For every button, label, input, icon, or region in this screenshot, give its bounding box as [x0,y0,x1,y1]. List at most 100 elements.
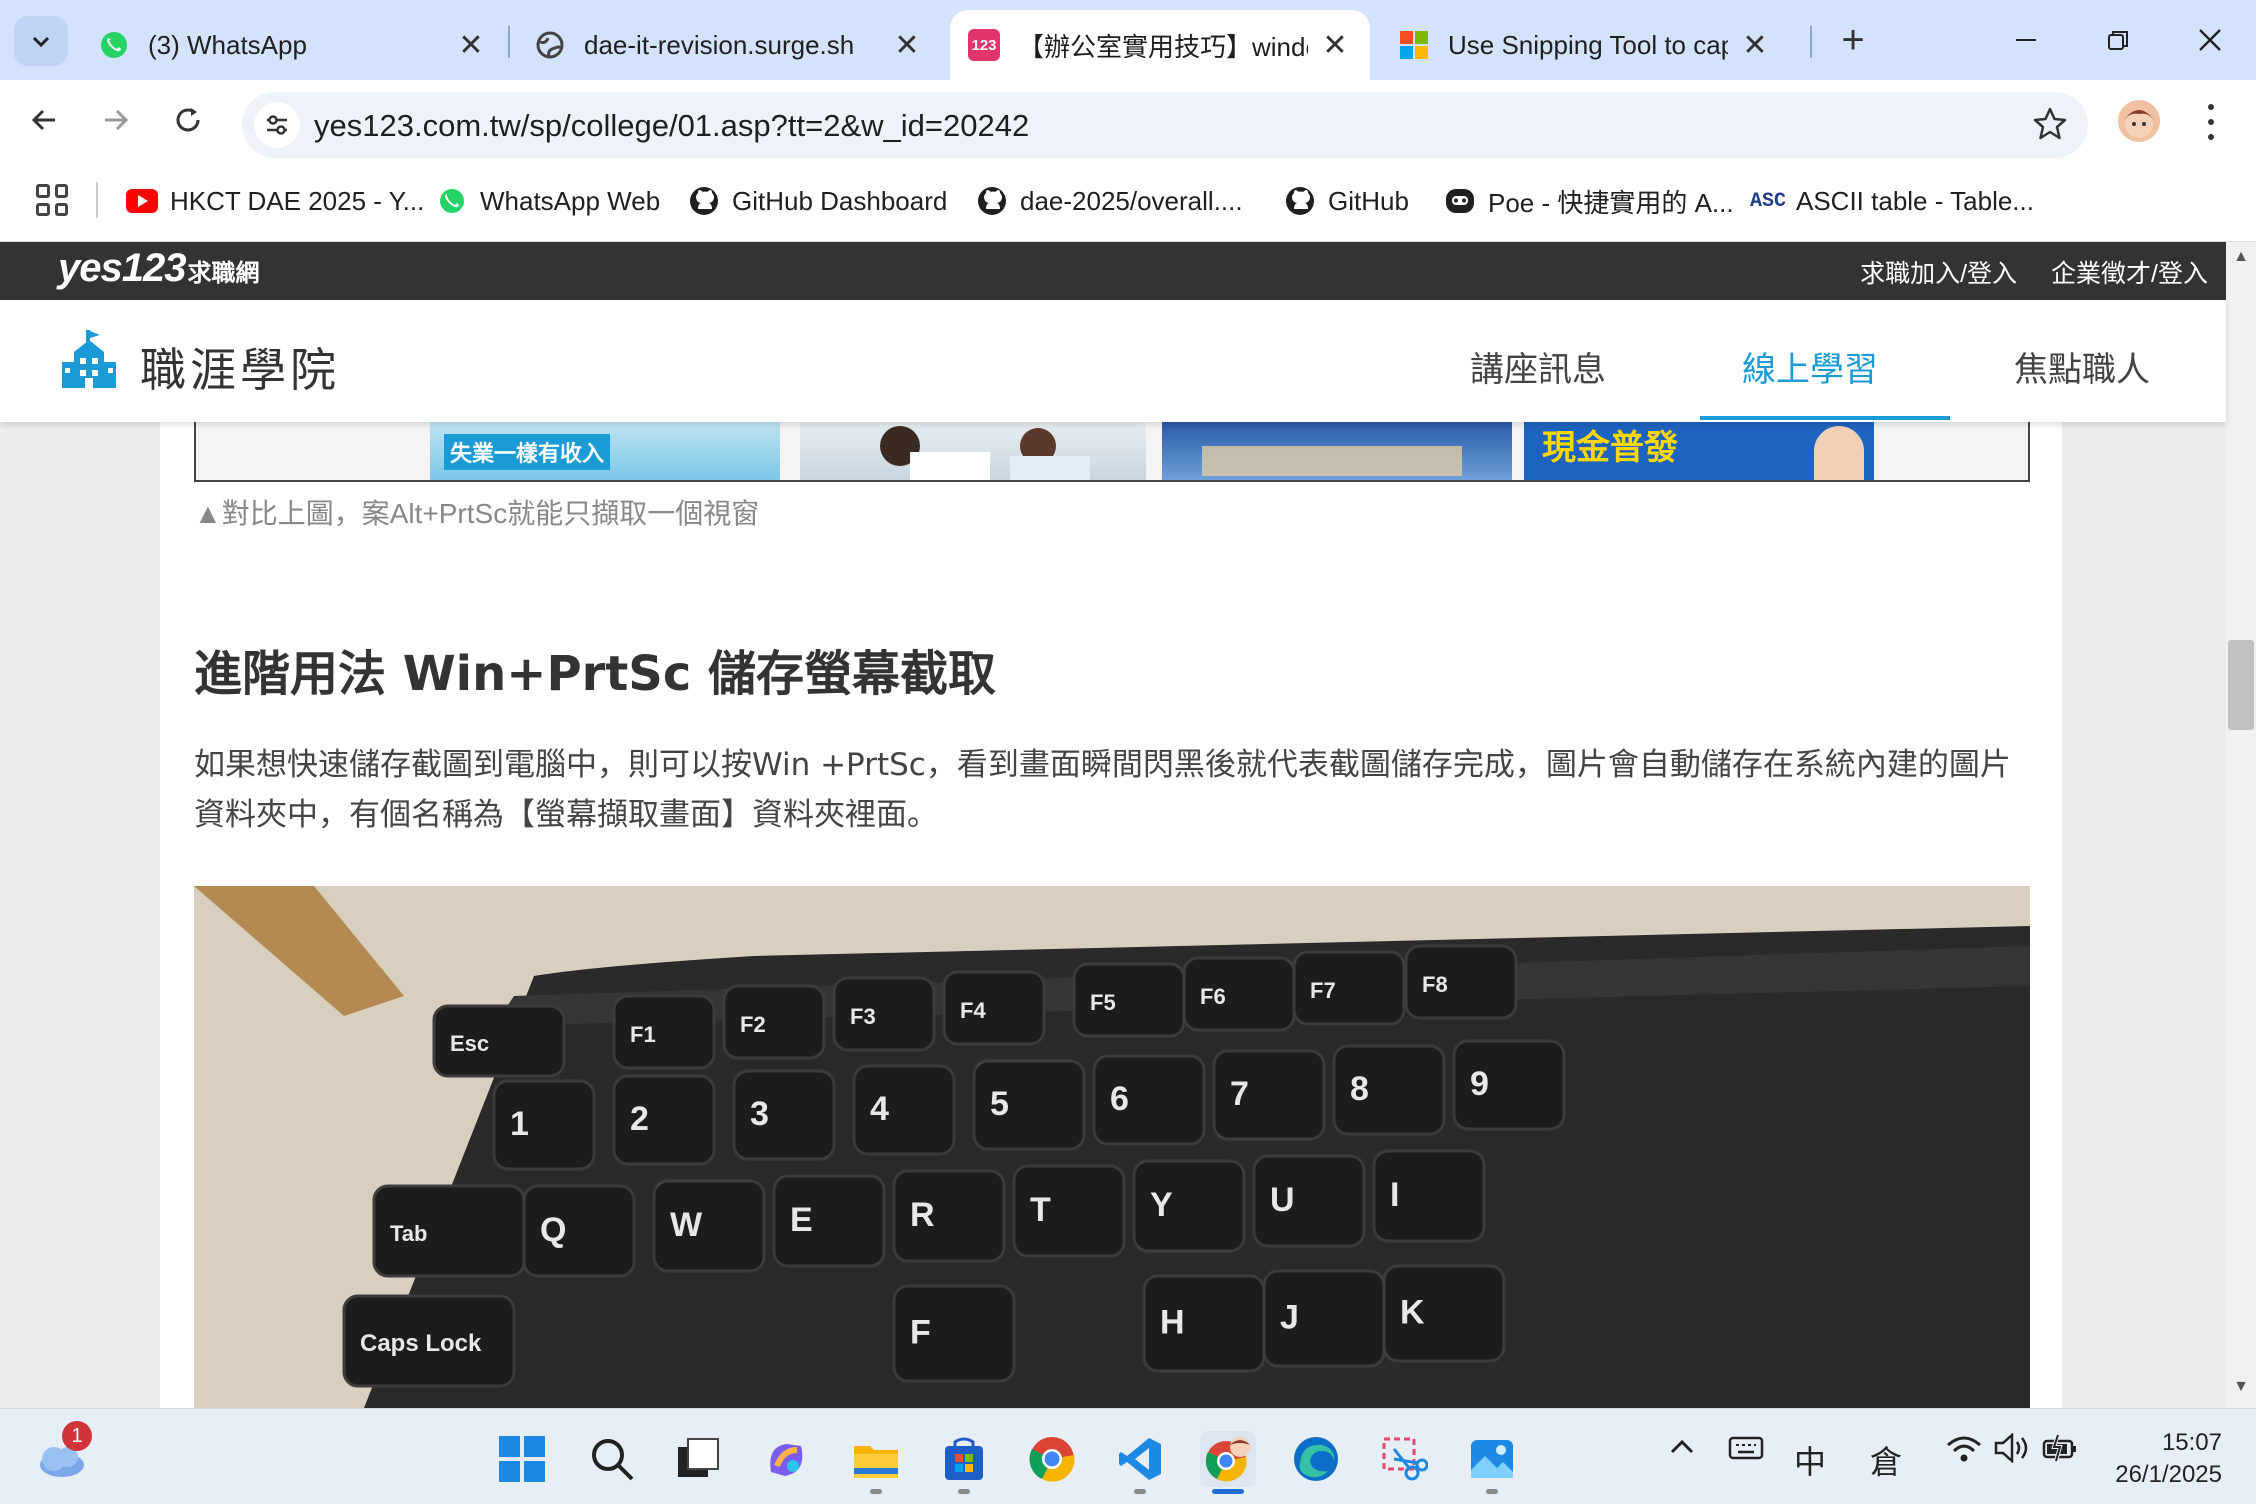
clock-date: 26/1/2025 [2115,1461,2222,1488]
back-button[interactable] [18,94,70,146]
keyboard-key-label: I [1390,1176,1399,1214]
tab-title: (3) WhatsApp [148,29,307,60]
keyboard-key-label: 5 [990,1085,1009,1123]
show-hidden-icons-chevron-icon[interactable] [1668,1433,1696,1470]
bookmark-github[interactable]: GitHub [1284,182,1409,220]
bookmark-github-dashboard[interactable]: GitHub Dashboard [688,182,947,220]
battery-charging-icon[interactable] [2042,1433,2078,1471]
tab-dae-revision[interactable]: dae-it-revision.surge.sh ✕ [516,10,942,80]
banner-text: 現金普發 [1542,429,1678,467]
github-icon [1284,185,1316,217]
task-view-icon[interactable] [670,1431,726,1487]
bookmark-hkct-dae[interactable]: HKCT DAE 2025 - Y... [126,182,424,220]
keyboard-key: T [1012,1164,1126,1258]
wifi-icon[interactable] [1946,1433,1982,1471]
chrome-icon[interactable] [1024,1431,1080,1487]
chrome-profile-icon[interactable] [1200,1431,1256,1487]
tab-strip: (3) WhatsApp ✕ dae-it-revision.surge.sh … [0,0,2256,80]
bookmark-label: WhatsApp Web [480,185,661,216]
bookmark-ascii-table[interactable]: ASC ASCII table - Table... [1750,182,2034,220]
school-building-icon [62,330,116,388]
article-content: 失業一樣有收入 現金普發 ▲對比上圖，案Alt+PrtSc就能只擷取一個視窗 進… [160,422,2062,1408]
site-logo[interactable]: yes123求職網 [58,246,259,291]
forward-button[interactable] [90,94,142,146]
active-app-indicator [1212,1489,1244,1494]
photos-icon[interactable] [1464,1431,1520,1487]
tab-close-icon[interactable]: ✕ [1318,28,1352,63]
tab-whatsapp[interactable]: (3) WhatsApp ✕ [80,10,506,80]
close-window-button[interactable] [2180,16,2240,64]
bookmark-star-icon[interactable] [2032,106,2068,147]
bookmark-label: dae-2025/overall.... [1020,185,1243,216]
keyboard-key-label: F5 [1090,990,1116,1015]
keyboard-key: R [892,1169,1006,1263]
tab-close-icon[interactable]: ✕ [454,28,488,63]
search-icon[interactable] [584,1431,640,1487]
keyboard-key: J [1262,1269,1386,1368]
employer-login-link[interactable]: 企業徵才/登入 [2051,254,2208,290]
windows-start-icon[interactable] [494,1431,550,1487]
tab-search-button[interactable] [14,16,68,66]
page-scrollbar[interactable] [2226,242,2256,1408]
weather-notification-badge: 1 [62,1421,92,1451]
banner-dental [800,422,1146,480]
bookmark-dae-2025-overall[interactable]: dae-2025/overall.... [976,182,1243,220]
copilot-icon[interactable] [758,1431,814,1487]
ime-cangjie-indicator[interactable]: 倉 [1870,1437,1902,1483]
keyboard-key: Q [522,1184,636,1278]
keyboard-key-label: F7 [1310,978,1336,1003]
banner-text: 失業一樣有收入 [444,434,611,470]
scrollbar-thumb[interactable] [2228,640,2254,730]
keyboard-key-label: W [670,1206,703,1244]
bookmark-whatsapp-web[interactable]: WhatsApp Web [436,182,660,220]
volume-icon[interactable] [1994,1432,2030,1471]
image-caption: ▲對比上圖，案Alt+PrtSc就能只擷取一個視窗 [194,498,760,529]
browser-menu-button[interactable] [2196,100,2226,144]
keyboard-key-label: 3 [750,1095,769,1133]
scroll-down-arrow-icon[interactable]: ▼ [2230,1378,2252,1400]
bookmark-poe[interactable]: Poe - 快捷實用的 A... [1444,182,1734,220]
keyboard-key: 8 [1332,1044,1446,1136]
vscode-icon[interactable] [1112,1431,1168,1487]
touch-keyboard-icon[interactable] [1728,1433,1764,1470]
nav-featured-people[interactable]: 焦點職人 [2014,342,2150,391]
system-clock[interactable]: 15:07 26/1/2025 [2092,1427,2222,1491]
restore-button[interactable] [2088,16,2148,64]
keyboard-key-label: 2 [630,1100,649,1138]
minimize-button[interactable] [1996,16,2056,64]
ime-mode-indicator[interactable]: 中 [1794,1437,1826,1483]
tab-close-icon[interactable]: ✕ [1738,28,1772,63]
windows-taskbar: 1 中 倉 15:07 26/1/2025 [0,1408,2256,1504]
tab-snipping-tool[interactable]: Use Snipping Tool to captu ✕ [1380,10,1790,80]
site-info-icon[interactable] [254,102,300,148]
scroll-up-arrow-icon[interactable]: ▲ [2230,248,2252,270]
new-tab-button[interactable]: + [1828,18,1878,64]
tab-yes123-active[interactable]: 123 【辦公室實用技巧】windo ✕ [950,10,1370,80]
microsoft-store-icon[interactable] [936,1431,992,1487]
keyboard-key-label: R [910,1196,935,1234]
keyboard-key: Tab [372,1184,526,1278]
jobseeker-login-link[interactable]: 求職加入/登入 [1860,254,2017,290]
keyboard-key: 6 [1092,1054,1206,1146]
edge-icon[interactable] [1288,1431,1344,1487]
brand-title[interactable]: 職涯學院 [140,334,340,400]
nav-online-learning[interactable]: 線上學習 [1742,342,1878,391]
github-icon [976,185,1008,217]
reload-button[interactable] [162,94,214,146]
tab-close-icon[interactable]: ✕ [890,28,924,63]
file-explorer-icon[interactable] [848,1431,904,1487]
apps-grid-icon[interactable] [36,184,68,216]
keyboard-key: 2 [612,1074,716,1166]
site-nav: 職涯學院 講座訊息 線上學習 焦點職人 [0,300,2226,422]
address-bar[interactable]: yes123.com.tw/sp/college/01.asp?tt=2&w_i… [242,92,2088,158]
keyboard-key: K [1382,1264,1506,1363]
profile-avatar[interactable] [2118,100,2160,142]
nav-seminars[interactable]: 講座訊息 [1470,342,1606,391]
keyboard-key: H [1142,1274,1266,1373]
snipping-tool-icon[interactable] [1376,1431,1432,1487]
keyboard-key: Esc [432,1004,566,1078]
keyboard-key: 3 [732,1069,836,1161]
tab-separator [508,26,510,58]
keyboard-key-label: F8 [1422,972,1448,997]
keyboard-key-label: U [1270,1181,1295,1219]
